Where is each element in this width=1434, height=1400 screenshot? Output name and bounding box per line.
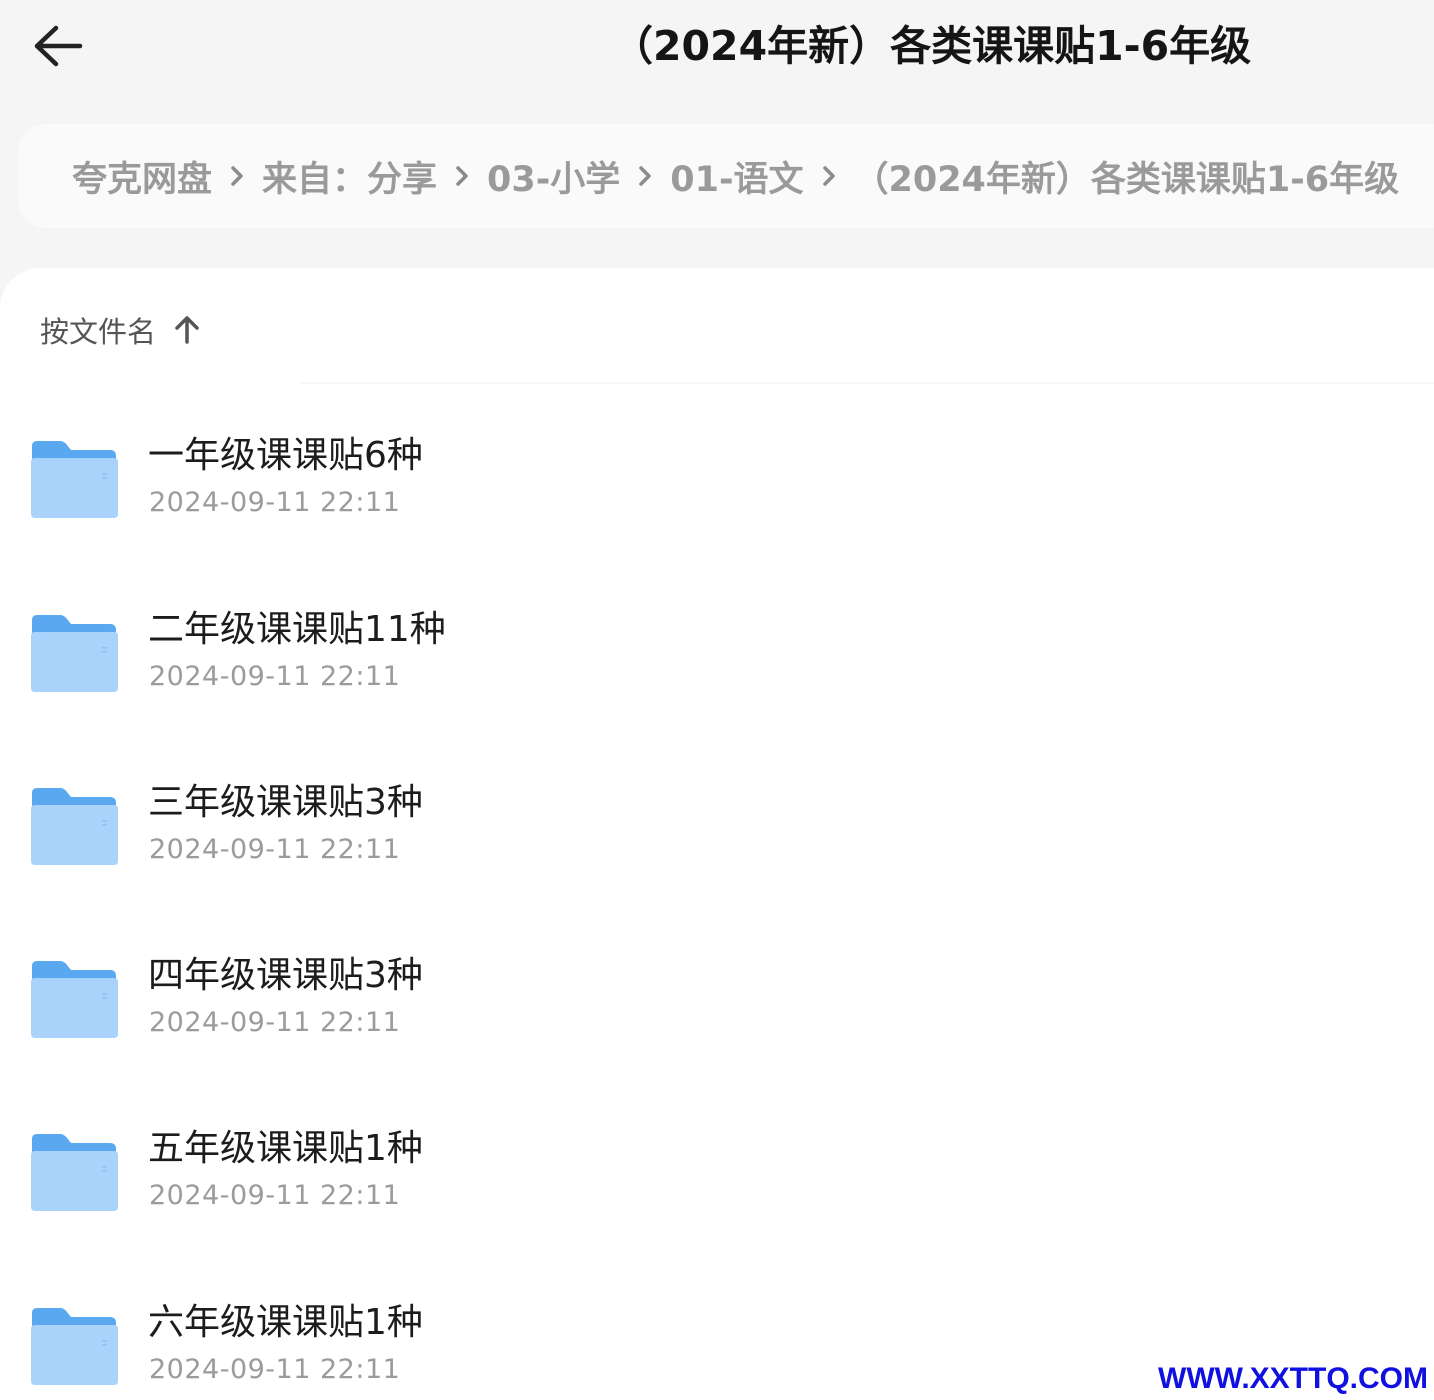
file-date: 2024-09-11 22:11 bbox=[149, 487, 401, 518]
file-list-panel: 按文件名 一年级课课贴6种 2024-09-11 22:11 二年级课课贴11种… bbox=[0, 268, 1434, 1400]
breadcrumb-item-primary[interactable]: 03-小学 bbox=[487, 151, 620, 202]
breadcrumb-item-root[interactable]: 夸克网盘 bbox=[72, 151, 212, 202]
file-date: 2024-09-11 22:11 bbox=[149, 1007, 401, 1038]
file-name: 三年级课课贴3种 bbox=[148, 782, 423, 823]
sort-label: 按文件名 bbox=[40, 315, 157, 349]
divider bbox=[300, 382, 1434, 384]
chevron-right-icon bbox=[620, 165, 670, 187]
file-date: 2024-09-11 22:11 bbox=[149, 661, 401, 692]
sort-button[interactable]: 按文件名 bbox=[40, 308, 200, 352]
header: （2024年新）各类课课贴1-6年级 bbox=[0, 0, 1434, 100]
breadcrumb-item-current[interactable]: （2024年新）各类课课贴1-6年级 bbox=[854, 151, 1400, 202]
arrow-left-icon bbox=[34, 25, 83, 67]
folder-icon bbox=[31, 788, 118, 865]
chevron-right-icon bbox=[804, 165, 854, 187]
back-button[interactable] bbox=[22, 14, 94, 78]
folder-icon bbox=[31, 1308, 118, 1385]
breadcrumb-item-chinese[interactable]: 01-语文 bbox=[670, 151, 803, 202]
file-name: 一年级课课贴6种 bbox=[148, 435, 423, 476]
list-item[interactable]: 二年级课课贴11种 2024-09-11 22:11 bbox=[0, 572, 1434, 746]
folder-icon bbox=[31, 961, 118, 1038]
folder-icon bbox=[31, 615, 118, 692]
file-date: 2024-09-11 22:11 bbox=[149, 1180, 401, 1211]
file-name: 六年级课课贴1种 bbox=[148, 1302, 423, 1343]
list-item[interactable]: 三年级课课贴3种 2024-09-11 22:11 bbox=[0, 745, 1434, 919]
folder-icon bbox=[31, 1134, 118, 1211]
file-date: 2024-09-11 22:11 bbox=[149, 834, 401, 865]
chevron-right-icon bbox=[212, 165, 262, 187]
file-name: 二年级课课贴11种 bbox=[148, 609, 446, 650]
file-date: 2024-09-11 22:11 bbox=[149, 1354, 401, 1385]
breadcrumb: 夸克网盘 来自：分享 03-小学 01-语文 （2024年新）各类课课贴1-6年… bbox=[18, 124, 1434, 228]
list-item[interactable]: 五年级课课贴1种 2024-09-11 22:11 bbox=[0, 1091, 1434, 1265]
file-browser-page: （2024年新）各类课课贴1-6年级 夸克网盘 来自：分享 03-小学 01-语… bbox=[0, 0, 1434, 1400]
file-name: 四年级课课贴3种 bbox=[148, 955, 423, 996]
file-name: 五年级课课贴1种 bbox=[148, 1128, 423, 1169]
breadcrumb-item-share[interactable]: 来自：分享 bbox=[262, 151, 437, 202]
chevron-right-icon bbox=[437, 165, 487, 187]
list-item[interactable]: 一年级课课贴6种 2024-09-11 22:11 bbox=[0, 398, 1434, 572]
arrow-up-icon bbox=[174, 315, 200, 345]
list-item[interactable]: 四年级课课贴3种 2024-09-11 22:11 bbox=[0, 918, 1434, 1092]
page-title: （2024年新）各类课课贴1-6年级 bbox=[612, 22, 1252, 70]
folder-icon bbox=[31, 441, 118, 518]
watermark: WWW.XXTTQ.COM bbox=[1158, 1362, 1428, 1395]
